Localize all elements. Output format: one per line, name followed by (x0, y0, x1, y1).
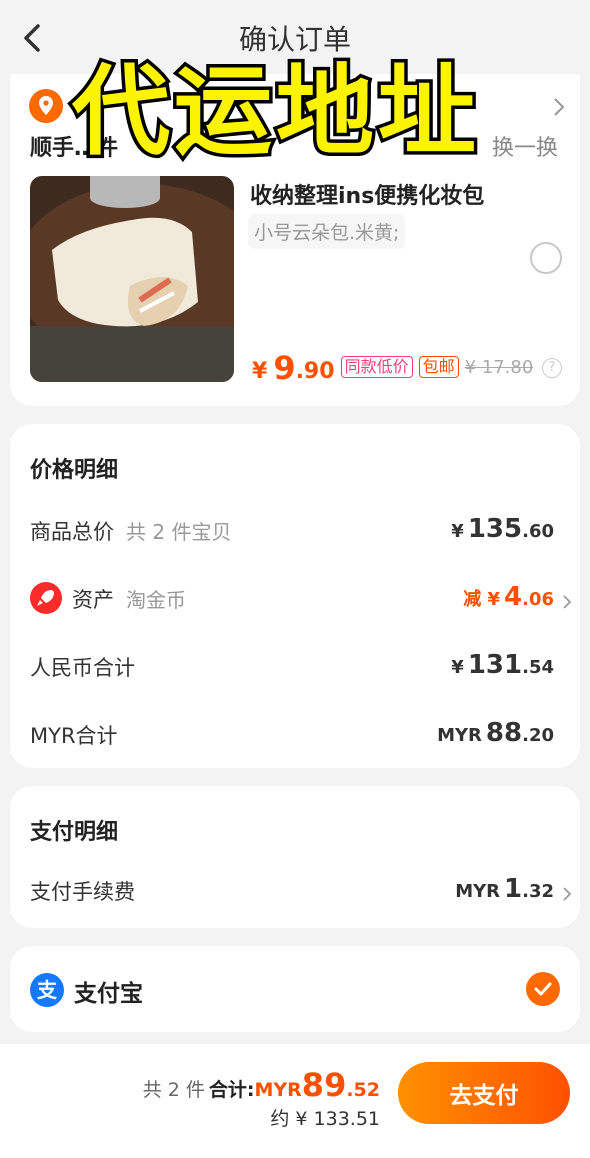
product-select-radio[interactable] (530, 242, 562, 274)
product-price: ¥ 9 .90 同款低价 包邮 ¥ 17.80 (252, 350, 533, 384)
alipay-option[interactable]: 支 支付宝 (10, 946, 580, 1032)
product-name[interactable]: 收纳整理ins便携化妆包 (250, 178, 484, 210)
order-total: 共 2 件 合计: MYR 89 .52 (143, 1066, 380, 1104)
total-decimal: .52 (346, 1079, 380, 1101)
total-integer: 89 (301, 1066, 347, 1104)
help-icon[interactable]: ? (542, 358, 562, 378)
payment-fee-row[interactable]: 支付手续费 MYR 1.32 (30, 870, 572, 910)
low-price-tag: 同款低价 (340, 356, 413, 378)
payment-detail-card: 支付明细 支付手续费 MYR 1.32 (10, 786, 580, 928)
checkout-bar: 共 2 件 合计: MYR 89 .52 约 ¥ 133.51 去支付 (0, 1044, 590, 1158)
price-integer: 9 (273, 349, 296, 387)
goods-total-label: 商品总价 (30, 520, 114, 544)
assets-discount-value: 减 ¥4.06 (463, 582, 572, 612)
price-currency: ¥ (252, 359, 268, 384)
payment-fee-value: MYR 1.32 (455, 874, 572, 904)
total-label: 合计: (208, 1079, 255, 1101)
goods-total-value: ¥135.60 (451, 514, 554, 544)
chevron-right-icon[interactable] (562, 886, 572, 902)
approx-rmb-total: 约 ¥ 133.51 (270, 1108, 380, 1130)
free-shipping-tag: 包邮 (418, 356, 459, 378)
rmb-total-row: 人民币合计 ¥131.54 (30, 646, 554, 686)
assets-row[interactable]: 资产 淘金币 减 ¥4.06 (30, 578, 572, 618)
total-currency: MYR (254, 1079, 302, 1101)
location-pin-icon[interactable] (28, 88, 64, 124)
price-decimal: .90 (295, 359, 335, 384)
assets-type: 淘金币 (126, 588, 186, 612)
myr-total-value: MYR 88.20 (437, 718, 554, 748)
overlay-caption: 代运地址 (69, 52, 481, 173)
chevron-right-icon[interactable] (562, 594, 572, 610)
assets-label: 资产 (72, 588, 114, 612)
myr-total-label: MYR合计 (30, 724, 118, 748)
checkmark-selected-icon[interactable] (526, 972, 560, 1006)
price-detail-card: 价格明细 商品总价共 2 件宝贝 ¥135.60 资产 淘金币 减 ¥4.06 人… (10, 424, 580, 768)
goods-total-row: 商品总价共 2 件宝贝 ¥135.60 (30, 510, 554, 550)
rmb-total-value: ¥131.54 (451, 650, 554, 680)
pay-button[interactable]: 去支付 (398, 1062, 570, 1124)
myr-total-row: MYR合计 MYR 88.20 (30, 714, 554, 754)
original-price: ¥ 17.80 (464, 356, 534, 378)
product-sku[interactable]: 小号云朵包.米黄; (248, 214, 406, 249)
svg-text:支: 支 (37, 978, 58, 1002)
chevron-right-icon[interactable] (552, 96, 566, 118)
item-count: 共 2 件 (142, 1079, 205, 1101)
alipay-label: 支付宝 (74, 981, 143, 1007)
price-detail-title: 价格明细 (30, 458, 119, 483)
goods-count: 共 2 件宝贝 (126, 520, 232, 544)
rocket-coupon-icon (30, 582, 62, 614)
product-image[interactable] (30, 176, 234, 382)
payment-detail-title: 支付明细 (30, 820, 119, 845)
payment-fee-label: 支付手续费 (30, 880, 135, 904)
alipay-icon: 支 (30, 973, 64, 1007)
rmb-total-label: 人民币合计 (30, 656, 135, 680)
